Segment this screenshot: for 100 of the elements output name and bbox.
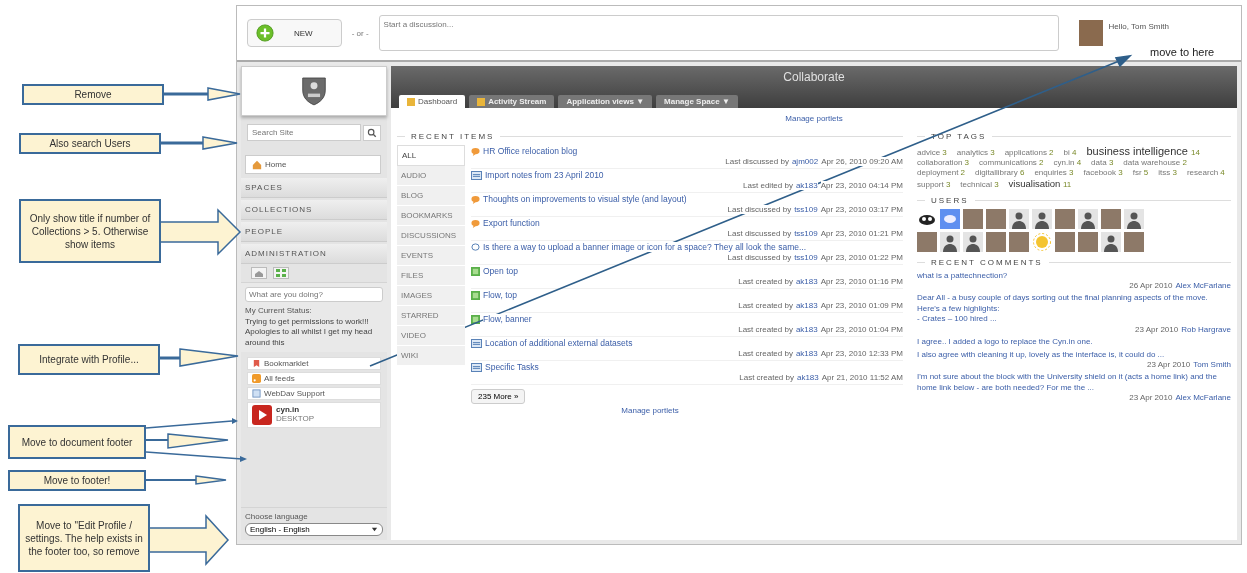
filter-tab[interactable]: WIKI [397,346,465,366]
tag-link[interactable]: data warehouse 2 [1123,158,1187,167]
user-link[interactable]: ak183 [795,181,818,190]
user-link[interactable]: tss109 [794,253,818,262]
comment-link[interactable]: Dear All - a busy couple of days sorting out the final planning aspects of the move. Here's a few highlights: [917,293,1231,315]
tab[interactable]: Manage Space ▼ [656,95,738,108]
user-silhouette-icon[interactable] [1124,209,1144,229]
tag-link[interactable]: research 4 [1186,168,1225,177]
sidebar-link[interactable]: All feeds [247,372,381,386]
user-link[interactable]: ak183 [795,349,818,358]
sidebar-section[interactable]: SPACES [241,178,387,198]
user-silhouette-icon[interactable] [1032,209,1052,229]
tag-link[interactable]: digitallibrary 6 [975,168,1025,177]
tab[interactable]: Dashboard [399,95,466,108]
house-icon [252,159,262,170]
sidebar-link[interactable]: WebDav Support [247,387,381,401]
filter-tab[interactable]: ALL [397,145,465,166]
comment-link[interactable]: I agree.. I added a logo to replace the Cyn.in one. [917,336,1231,347]
section-title: RECENT COMMENTS [931,258,1043,267]
item-link[interactable]: Thoughts on improvements to visual style (and layout) [483,194,687,204]
desktop-app-link[interactable]: cyn.in DESKTOP [247,402,381,429]
new-button[interactable]: NEW [247,19,342,47]
item-link[interactable]: Is there a way to upload a banner image or icon for a space? They all look the same... [483,242,807,252]
sidebar-link[interactable]: Bookmarklet [247,357,381,371]
filter-tab[interactable]: IMAGES [397,286,465,306]
item-link[interactable]: Open top [483,266,518,276]
comment-link[interactable]: what is a pattechnection? [917,271,1231,282]
filter-tab[interactable]: BOOKMARKS [397,206,465,226]
sidebar-section[interactable]: COLLECTIONS [241,200,387,220]
manage-portlets-link[interactable]: Manage portlets [397,114,1231,123]
tag-link[interactable]: applications 2 [1004,148,1054,157]
comment-link[interactable]: - Crates – 100 hired ... [917,314,1231,325]
tag-link[interactable]: deployment 2 [917,168,966,177]
user-link[interactable]: ak183 [795,277,818,286]
sidebar-section[interactable]: PEOPLE [241,222,387,242]
comment-link[interactable]: I'm not sure about the block with the University shield on it (acts a home link) and the home link below - are both needed? For me the ... [917,372,1231,394]
search-field[interactable]: Search Site [247,124,361,141]
tag-link[interactable]: bi 4 [1063,148,1077,157]
tag-link[interactable]: advice 3 [917,148,947,157]
filter-tab[interactable]: AUDIO [397,166,465,186]
tag-link[interactable]: technical 3 [960,180,999,189]
user-silhouette-icon[interactable] [1009,209,1029,229]
tag-link[interactable]: cyn.in 4 [1053,158,1082,167]
tab[interactable]: Application views ▼ [558,95,653,108]
manage-portlets-link[interactable]: Manage portlets [397,406,903,415]
item-meta: Last created by [738,325,793,334]
tag-link[interactable]: business intelligence 14 [1086,145,1200,157]
user-link[interactable]: ak183 [795,325,818,334]
photo-placeholder [1078,20,1103,46]
comment-link[interactable]: I also agree with cleaning it up, lovely as the interface is, it could do ... [917,349,1231,361]
user-link[interactable]: tss109 [794,205,818,214]
tag-link[interactable]: fsr 5 [1132,168,1149,177]
item-link[interactable]: Specific Tasks [485,362,539,372]
item-link[interactable]: Flow, top [483,290,518,300]
tag-link[interactable]: data 3 [1091,158,1114,167]
search-button[interactable] [363,124,381,141]
status-field[interactable]: What are you doing? [245,287,383,302]
item-link[interactable]: Import notes from 23 April 2010 [485,170,604,180]
filter-tab[interactable]: EVENTS [397,246,465,266]
author-link[interactable]: Tom Smith [1193,360,1231,370]
filter-tab[interactable]: DISCUSSIONS [397,226,465,246]
filter-tab[interactable]: VIDEO [397,326,465,346]
user-silhouette-icon[interactable] [1101,232,1121,252]
tag-link[interactable]: analytics 3 [956,148,995,157]
discussion-field[interactable]: Start a discussion... [378,15,1059,51]
item-link[interactable]: Flow, banner [483,314,532,324]
user-link[interactable]: ajm002 [791,157,819,166]
language-select[interactable]: English - English [245,523,383,536]
user-link[interactable]: ak183 [796,373,819,382]
tag-link[interactable]: facebook 3 [1083,168,1123,177]
tag-link[interactable]: enquiries 3 [1034,168,1074,177]
tag-link[interactable]: support 3 [917,180,951,189]
user-link[interactable]: tss109 [794,229,818,238]
item-link[interactable]: Export function [483,218,540,228]
sidebar-section[interactable]: ADMINISTRATION [241,244,387,264]
filter-tab[interactable]: BLOG [397,186,465,206]
tag-link[interactable]: visualisation 11 [1008,178,1072,189]
user-silhouette-icon[interactable] [1078,209,1098,229]
user-silhouette-icon[interactable] [940,232,960,252]
more-button[interactable]: 235 More » [471,389,526,404]
filter-tab[interactable]: STARRED [397,306,465,326]
filter-tab[interactable]: FILES [397,266,465,286]
page-title: Collaborate [782,69,846,84]
author-link[interactable]: Alex McFarlane [1175,393,1231,403]
user-silhouette-icon[interactable] [963,232,983,252]
author-link[interactable]: Alex McFarlane [1175,281,1231,291]
tag-link[interactable]: itss 3 [1158,168,1177,177]
home-icon[interactable] [251,267,267,279]
user-link[interactable]: ak183 [795,301,818,310]
author-link[interactable]: Rob Hargrave [1181,324,1231,334]
item-link[interactable]: HR Office relocation blog [483,146,578,156]
grid-icon[interactable] [273,267,289,279]
tab[interactable]: Activity Stream [469,95,555,108]
item-date: Apr 21, 2010 11:52 AM [821,373,903,382]
item-link[interactable]: Location of additional external datasets [485,338,633,348]
comment-date: 23 Apr 2010 [1129,393,1173,403]
folder-icon [252,389,261,399]
home-link[interactable]: Home [245,155,381,174]
tag-link[interactable]: collaboration 3 [917,158,970,167]
tag-link[interactable]: communications 2 [979,158,1044,167]
